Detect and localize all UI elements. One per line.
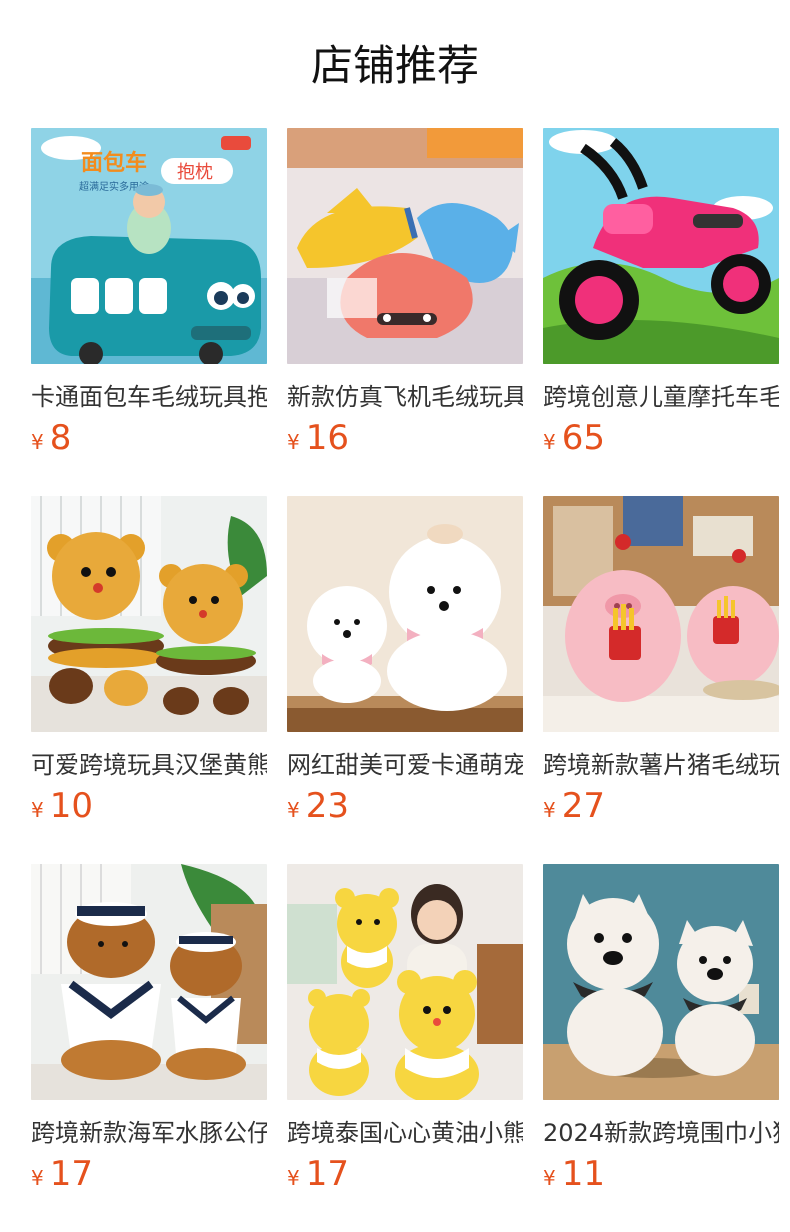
product-name[interactable]: 跨境新款海军水豚公仔 — [31, 1116, 267, 1150]
product-name[interactable]: 2024新款跨境围巾小狗 — [543, 1116, 779, 1150]
product-name[interactable]: 网红甜美可爱卡通萌宠狗 — [287, 748, 523, 782]
product-price: ¥10 — [31, 786, 93, 826]
product-image-pig[interactable] — [543, 496, 779, 732]
bus-badge-text: 面包车 — [81, 150, 147, 176]
product-image-bus[interactable]: 面包车 抱枕 超满足实多用途 — [31, 128, 267, 364]
product-price: ¥27 — [543, 786, 605, 826]
price-value: 10 — [49, 786, 93, 826]
white-puppy-plush-image — [287, 496, 523, 732]
currency-symbol: ¥ — [543, 1166, 556, 1190]
currency-symbol: ¥ — [31, 798, 44, 822]
price-value: 8 — [49, 418, 72, 458]
currency-symbol: ¥ — [287, 798, 300, 822]
currency-symbol: ¥ — [543, 430, 556, 454]
scarf-dog-plush-image — [543, 864, 779, 1100]
currency-symbol: ¥ — [31, 430, 44, 454]
product-image-scarf-dog[interactable] — [543, 864, 779, 1100]
currency-symbol: ¥ — [543, 798, 556, 822]
product-name[interactable]: 跨境泰国心心黄油小熊 — [287, 1116, 523, 1150]
product-image-capybara[interactable] — [31, 864, 267, 1100]
toy-airplane-plush-image — [287, 128, 523, 364]
price-value: 23 — [305, 786, 349, 826]
product-price: ¥17 — [31, 1154, 93, 1194]
product-name[interactable]: 跨境新款薯片猪毛绒玩具 — [543, 748, 779, 782]
product-price: ¥17 — [287, 1154, 349, 1194]
product-price: ¥16 — [287, 418, 349, 458]
fries-pig-plush-image — [543, 496, 779, 732]
price-value: 65 — [561, 418, 605, 458]
product-price: ¥8 — [31, 418, 71, 458]
currency-symbol: ¥ — [287, 430, 300, 454]
product-name[interactable]: 新款仿真飞机毛绒玩具 — [287, 380, 523, 414]
price-value: 27 — [561, 786, 605, 826]
toy-motorcycle-plush-image — [543, 128, 779, 364]
product-price: ¥65 — [543, 418, 605, 458]
product-image-burger-bear[interactable] — [31, 496, 267, 732]
currency-symbol: ¥ — [287, 1166, 300, 1190]
product-image-butter-bear[interactable] — [287, 864, 523, 1100]
sailor-capybara-plush-image — [31, 864, 267, 1100]
burger-bear-plush-image — [31, 496, 267, 732]
price-value: 16 — [305, 418, 349, 458]
product-price: ¥23 — [287, 786, 349, 826]
butter-bear-plush-image — [287, 864, 523, 1100]
toy-bus-plush-image: 面包车 抱枕 超满足实多用途 — [31, 128, 267, 364]
svg-text:抱枕: 抱枕 — [177, 162, 213, 183]
price-value: 17 — [49, 1154, 93, 1194]
product-name[interactable]: 跨境创意儿童摩托车毛绒 — [543, 380, 779, 414]
price-value: 17 — [305, 1154, 349, 1194]
product-name[interactable]: 可爱跨境玩具汉堡黄熊 — [31, 748, 267, 782]
product-image-airplane[interactable] — [287, 128, 523, 364]
product-price: ¥11 — [543, 1154, 605, 1194]
currency-symbol: ¥ — [31, 1166, 44, 1190]
product-name[interactable]: 卡通面包车毛绒玩具抱枕 — [31, 380, 267, 414]
price-value: 11 — [561, 1154, 605, 1194]
product-grid: 面包车 抱枕 超满足实多用途 卡通面包车毛绒玩具抱枕 ¥8 — [0, 0, 790, 1232]
product-image-puppy[interactable] — [287, 496, 523, 732]
product-image-motorcycle[interactable] — [543, 128, 779, 364]
